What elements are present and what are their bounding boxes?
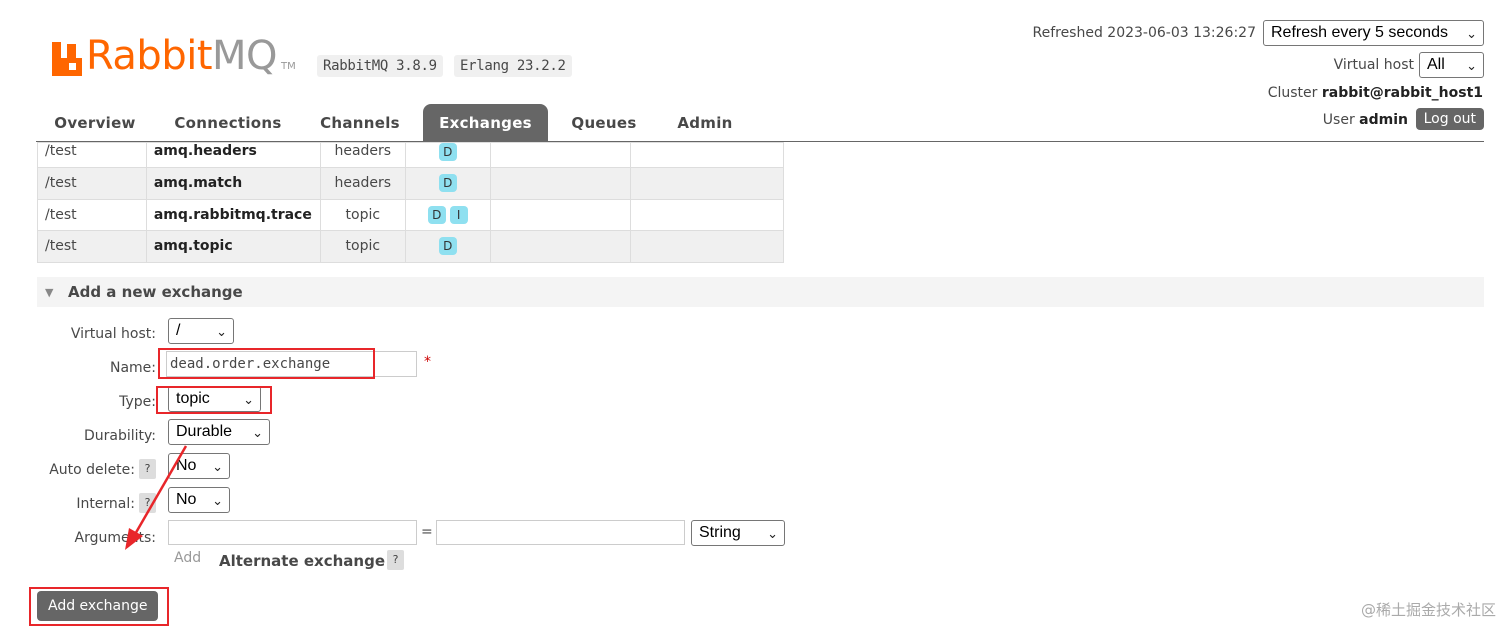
table-row[interactable]: /test amq.match headers D bbox=[37, 167, 784, 200]
form-type-label: Type: bbox=[119, 394, 156, 410]
refresh-interval-value: Refresh every 5 seconds bbox=[1271, 24, 1448, 41]
tab-admin[interactable]: Admin bbox=[667, 104, 743, 142]
exchange-rate-in bbox=[489, 167, 632, 200]
table-row[interactable]: /test amq.topic topic D bbox=[37, 230, 784, 263]
logout-button[interactable]: Log out bbox=[1415, 108, 1484, 130]
form-durability-label: Durability: bbox=[83, 428, 156, 444]
alternate-exchange-help-icon[interactable]: ? bbox=[387, 550, 404, 570]
exchange-features: DI bbox=[404, 198, 491, 231]
exchange-rate-in bbox=[489, 230, 632, 263]
exchange-rate-in bbox=[489, 198, 632, 231]
exchange-rate-out bbox=[630, 142, 784, 168]
exchange-type: headers bbox=[319, 167, 406, 200]
chevron-down-icon: ⌄ bbox=[1466, 58, 1477, 73]
vhost-label: Virtual host bbox=[1333, 57, 1414, 73]
chevron-down-icon: ⌄ bbox=[1466, 26, 1477, 41]
durable-feature-badge: D bbox=[438, 174, 457, 193]
user-info: User admin bbox=[1323, 111, 1408, 129]
durable-feature-badge: D bbox=[427, 205, 446, 224]
durable-feature-badge: D bbox=[438, 143, 457, 161]
exchange-name[interactable]: amq.rabbitmq.trace bbox=[145, 198, 321, 231]
user-name: admin bbox=[1359, 112, 1408, 128]
exchanges-table: /test amq.headers headers D /test amq.ma… bbox=[37, 142, 784, 263]
form-vhost-value: / bbox=[176, 322, 181, 339]
logo-brand-suffix: MQ bbox=[212, 33, 278, 79]
durable-feature-badge: D bbox=[438, 237, 457, 256]
submit-annotation-box bbox=[29, 587, 169, 626]
durability-select[interactable]: Durable ⌄ bbox=[168, 419, 270, 445]
erlang-badge: Erlang 23.2.2 bbox=[454, 55, 572, 77]
watermark: @稀土掘金技术社区 bbox=[1360, 601, 1496, 619]
exchange-name[interactable]: amq.headers bbox=[145, 142, 321, 168]
table-row[interactable]: /test amq.headers headers D bbox=[37, 142, 784, 168]
logo-trademark: TM bbox=[281, 61, 296, 72]
triangle-down-icon: ▼ bbox=[45, 286, 54, 299]
chevron-down-icon: ⌄ bbox=[252, 425, 263, 440]
vhost-select-value: All bbox=[1427, 56, 1445, 73]
exchange-vhost: /test bbox=[37, 230, 147, 263]
exchange-name[interactable]: amq.match bbox=[145, 167, 321, 200]
rabbitmq-logo: RabbitMQ TM bbox=[52, 34, 296, 76]
logo-brand: Rabbit bbox=[86, 33, 213, 79]
durability-value: Durable bbox=[176, 423, 233, 440]
version-badge: RabbitMQ 3.8.9 bbox=[317, 55, 443, 77]
refreshed-timestamp: Refreshed 2023-06-03 13:26:27 bbox=[1032, 25, 1256, 41]
alternate-exchange-link[interactable]: Alternate exchange bbox=[219, 552, 385, 570]
tab-overview[interactable]: Overview bbox=[45, 104, 145, 142]
exchange-features: D bbox=[404, 142, 491, 168]
exchange-vhost: /test bbox=[37, 142, 147, 168]
exchange-name[interactable]: amq.topic bbox=[145, 230, 321, 263]
refresh-interval-select[interactable]: Refresh every 5 seconds ⌄ bbox=[1263, 20, 1484, 46]
exchange-rate-out bbox=[630, 230, 784, 263]
chevron-down-icon: ⌄ bbox=[212, 459, 223, 474]
table-row[interactable]: /test amq.rabbitmq.trace topic DI bbox=[37, 198, 784, 231]
exchange-vhost: /test bbox=[37, 198, 147, 231]
exchange-type: topic bbox=[319, 230, 406, 263]
argument-type-value: String bbox=[699, 524, 741, 541]
exchange-rate-out bbox=[630, 198, 784, 231]
cluster-label: Cluster bbox=[1267, 85, 1318, 101]
chevron-down-icon: ⌄ bbox=[212, 493, 223, 508]
section-title: Add a new exchange bbox=[68, 283, 243, 301]
chevron-down-icon: ⌄ bbox=[216, 324, 227, 339]
argument-key-input[interactable] bbox=[168, 520, 417, 545]
internal-feature-badge: I bbox=[449, 205, 468, 224]
cluster-name: rabbit@rabbit_host1 bbox=[1321, 85, 1483, 101]
vhost-select[interactable]: All ⌄ bbox=[1419, 52, 1484, 78]
annotation-arrow-icon bbox=[125, 445, 188, 550]
form-vhost-select[interactable]: / ⌄ bbox=[168, 318, 234, 344]
exchange-rate-out bbox=[630, 167, 784, 200]
exchange-features: D bbox=[404, 167, 491, 200]
exchange-features: D bbox=[404, 230, 491, 263]
tab-queues[interactable]: Queues bbox=[562, 104, 646, 142]
type-annotation-box bbox=[156, 386, 272, 414]
chevron-down-icon: ⌄ bbox=[767, 526, 778, 541]
form-vhost-label: Virtual host: bbox=[70, 326, 156, 342]
user-label: User bbox=[1322, 112, 1355, 128]
form-name-label: Name: bbox=[109, 360, 156, 376]
add-exchange-section-toggle[interactable]: ▼ Add a new exchange bbox=[37, 277, 1484, 307]
exchange-type: headers bbox=[319, 142, 406, 168]
tab-connections[interactable]: Connections bbox=[165, 104, 291, 142]
required-marker: * bbox=[424, 354, 431, 370]
argument-type-select[interactable]: String ⌄ bbox=[691, 520, 785, 546]
argument-value-input[interactable] bbox=[436, 520, 685, 545]
exchange-vhost: /test bbox=[37, 167, 147, 200]
exchange-type: topic bbox=[319, 198, 406, 231]
rabbit-logo-icon bbox=[52, 42, 82, 76]
equals-sign: = bbox=[421, 524, 433, 540]
exchange-rate-in bbox=[489, 142, 632, 168]
name-annotation-box bbox=[158, 348, 375, 379]
tab-channels[interactable]: Channels bbox=[312, 104, 408, 142]
cluster-info: Cluster rabbit@rabbit_host1 bbox=[1268, 84, 1483, 102]
tab-exchanges[interactable]: Exchanges bbox=[423, 104, 548, 142]
